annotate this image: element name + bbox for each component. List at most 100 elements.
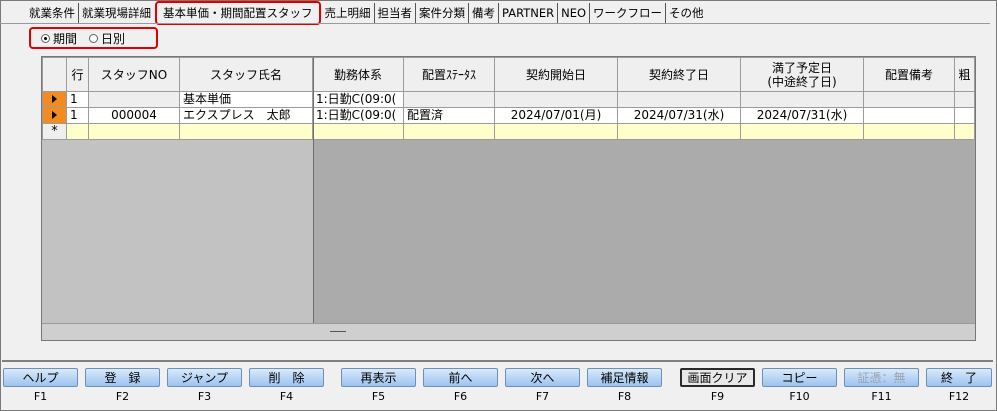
cell-end-date[interactable]	[617, 123, 741, 140]
cell-row-no[interactable]: 1	[66, 91, 89, 108]
jump-button[interactable]: ジャンプ	[167, 368, 242, 387]
cell-staff-no[interactable]: 000004	[88, 107, 180, 124]
clear-screen-button[interactable]: 画面クリア	[680, 368, 755, 387]
cell-start-date[interactable]	[494, 91, 618, 108]
cell-status[interactable]	[403, 91, 495, 108]
delete-button[interactable]: 削 除	[249, 368, 324, 387]
cell-work-schedule[interactable]: 1:日勤C(09:0(	[312, 91, 404, 108]
tab-case-classification[interactable]: 案件分類	[415, 3, 468, 23]
table-row[interactable]: 1 基本単価 1:日勤C(09:0(	[42, 91, 975, 108]
col-header-start-date[interactable]: 契約開始日	[494, 57, 618, 92]
fkey-label: F10	[789, 390, 810, 403]
fkey-f9: 画面クリア F9	[680, 368, 755, 403]
row-pointer-icon	[52, 111, 57, 119]
refresh-button[interactable]: 再表示	[341, 368, 416, 387]
tab-person-in-charge[interactable]: 担当者	[373, 3, 416, 23]
row-selector[interactable]	[42, 91, 67, 108]
col-header-row-no[interactable]: 行	[66, 57, 89, 92]
previous-button[interactable]: 前へ	[423, 368, 498, 387]
cell-start-date[interactable]	[494, 123, 618, 140]
cell-end-date[interactable]: 2024/07/31(水)	[617, 107, 741, 124]
tab-partner[interactable]: PARTNER	[498, 3, 557, 23]
fkey-f6: 前へ F6	[423, 368, 498, 403]
col-header-note[interactable]: 配置備考	[863, 57, 955, 92]
register-button[interactable]: 登 録	[85, 368, 160, 387]
fkey-f4: 削 除 F4	[249, 368, 324, 403]
tab-unit-price-staff[interactable]: 基本単価・期間配置スタッフ	[155, 1, 321, 25]
row-selector[interactable]	[42, 107, 67, 124]
footer-separator	[2, 360, 993, 362]
copy-button[interactable]: コピー	[762, 368, 837, 387]
next-button[interactable]: 次へ	[505, 368, 580, 387]
scrollbar-thumb[interactable]	[330, 331, 346, 332]
cell-note[interactable]	[863, 91, 955, 108]
radio-selected-icon[interactable]	[41, 33, 50, 43]
radio-period[interactable]: 期間	[41, 30, 77, 47]
fkey-f11: 証憑：無 F11	[844, 368, 919, 403]
function-key-bar: ヘルプ F1 登 録 F2 ジャンプ F3 削 除 F4 再表示 F5 前へ F…	[3, 368, 993, 406]
horizontal-scrollbar[interactable]	[42, 323, 975, 340]
col-header-status[interactable]: 配置ｽﾃｰﾀｽ	[403, 57, 495, 92]
cell-status[interactable]	[403, 123, 495, 140]
cell-end-date[interactable]	[617, 91, 741, 108]
fkey-f3: ジャンプ F3	[167, 368, 242, 403]
evidence-button[interactable]: 証憑：無	[844, 368, 919, 387]
help-button[interactable]: ヘルプ	[3, 368, 78, 387]
col-header-end-date[interactable]: 契約終了日	[617, 57, 741, 92]
row-pointer-icon	[52, 95, 57, 103]
fkey-label: F11	[871, 390, 892, 403]
tab-remarks[interactable]: 備考	[468, 3, 498, 23]
col-header-work-schedule[interactable]: 勤務体系	[312, 57, 404, 92]
cell-status[interactable]: 配置済	[403, 107, 495, 124]
exit-button[interactable]: 終 了	[926, 368, 992, 387]
cell-start-date[interactable]: 2024/07/01(月)	[494, 107, 618, 124]
new-row[interactable]: *	[42, 123, 975, 140]
cell-work-schedule[interactable]	[312, 123, 404, 140]
cell-gross[interactable]	[954, 123, 975, 140]
cell-staff-name[interactable]	[179, 123, 313, 140]
fkey-f12: 終 了 F12	[926, 368, 992, 403]
radio-period-label: 期間	[53, 31, 78, 46]
col-header-gross[interactable]: 粗	[954, 57, 975, 92]
cell-row-no[interactable]	[66, 123, 89, 140]
radio-unselected-icon[interactable]	[89, 33, 99, 43]
fkey-label: F1	[33, 390, 48, 403]
col-header-staff-no[interactable]: スタッフNO	[88, 57, 180, 92]
cell-note[interactable]	[863, 123, 955, 140]
cell-work-schedule[interactable]: 1:日勤C(09:0(	[312, 107, 404, 124]
col-header-expire-date[interactable]: 満了予定日 (中途終了日)	[740, 57, 864, 92]
tab-other[interactable]: その他	[665, 3, 707, 23]
cell-row-no[interactable]: 1	[66, 107, 89, 124]
cell-staff-no[interactable]	[88, 123, 180, 140]
staff-grid[interactable]: 行 スタッフNO スタッフ氏名 勤務体系 配置ｽﾃｰﾀｽ 契約開始日 契約終了日…	[41, 56, 976, 341]
fkey-label: F7	[535, 390, 550, 403]
frozen-column-divider	[313, 57, 314, 340]
tab-neo[interactable]: NEO	[557, 3, 589, 23]
corner-cell[interactable]	[42, 57, 67, 92]
cell-gross[interactable]	[954, 107, 975, 124]
tab-work-conditions[interactable]: 就業条件	[26, 3, 78, 23]
cell-gross[interactable]	[954, 91, 975, 108]
new-row-selector[interactable]: *	[42, 123, 67, 140]
table-row[interactable]: 1 000004 エクスプレス 太郎 1:日勤C(09:0( 配置済 2024/…	[42, 107, 975, 124]
cell-expire-date[interactable]	[740, 123, 864, 140]
fkey-label: F5	[371, 390, 386, 403]
radio-daily-label: 日別	[101, 31, 126, 46]
cell-note[interactable]	[863, 107, 955, 124]
tab-workflow[interactable]: ワークフロー	[589, 3, 665, 23]
cell-staff-name[interactable]: エクスプレス 太郎	[179, 107, 313, 124]
fkey-label: F4	[279, 390, 294, 403]
tab-bar: 就業条件 就業現場詳細 基本単価・期間配置スタッフ 売上明細 担当者 案件分類 …	[26, 1, 707, 25]
tab-worksite-details[interactable]: 就業現場詳細	[78, 3, 154, 23]
cell-expire-date[interactable]	[740, 91, 864, 108]
fkey-label: F8	[617, 390, 632, 403]
radio-daily[interactable]: 日別	[89, 30, 125, 47]
fkey-label: F12	[948, 390, 970, 403]
cell-expire-date[interactable]: 2024/07/31(水)	[740, 107, 864, 124]
supplementary-info-button[interactable]: 補足情報	[587, 368, 662, 387]
tab-sales-details[interactable]: 売上明細	[322, 3, 374, 23]
col-header-staff-name[interactable]: スタッフ氏名	[179, 57, 313, 92]
grid-header-row: 行 スタッフNO スタッフ氏名 勤務体系 配置ｽﾃｰﾀｽ 契約開始日 契約終了日…	[42, 57, 975, 92]
cell-staff-name[interactable]: 基本単価	[179, 91, 313, 108]
cell-staff-no[interactable]	[88, 91, 180, 108]
